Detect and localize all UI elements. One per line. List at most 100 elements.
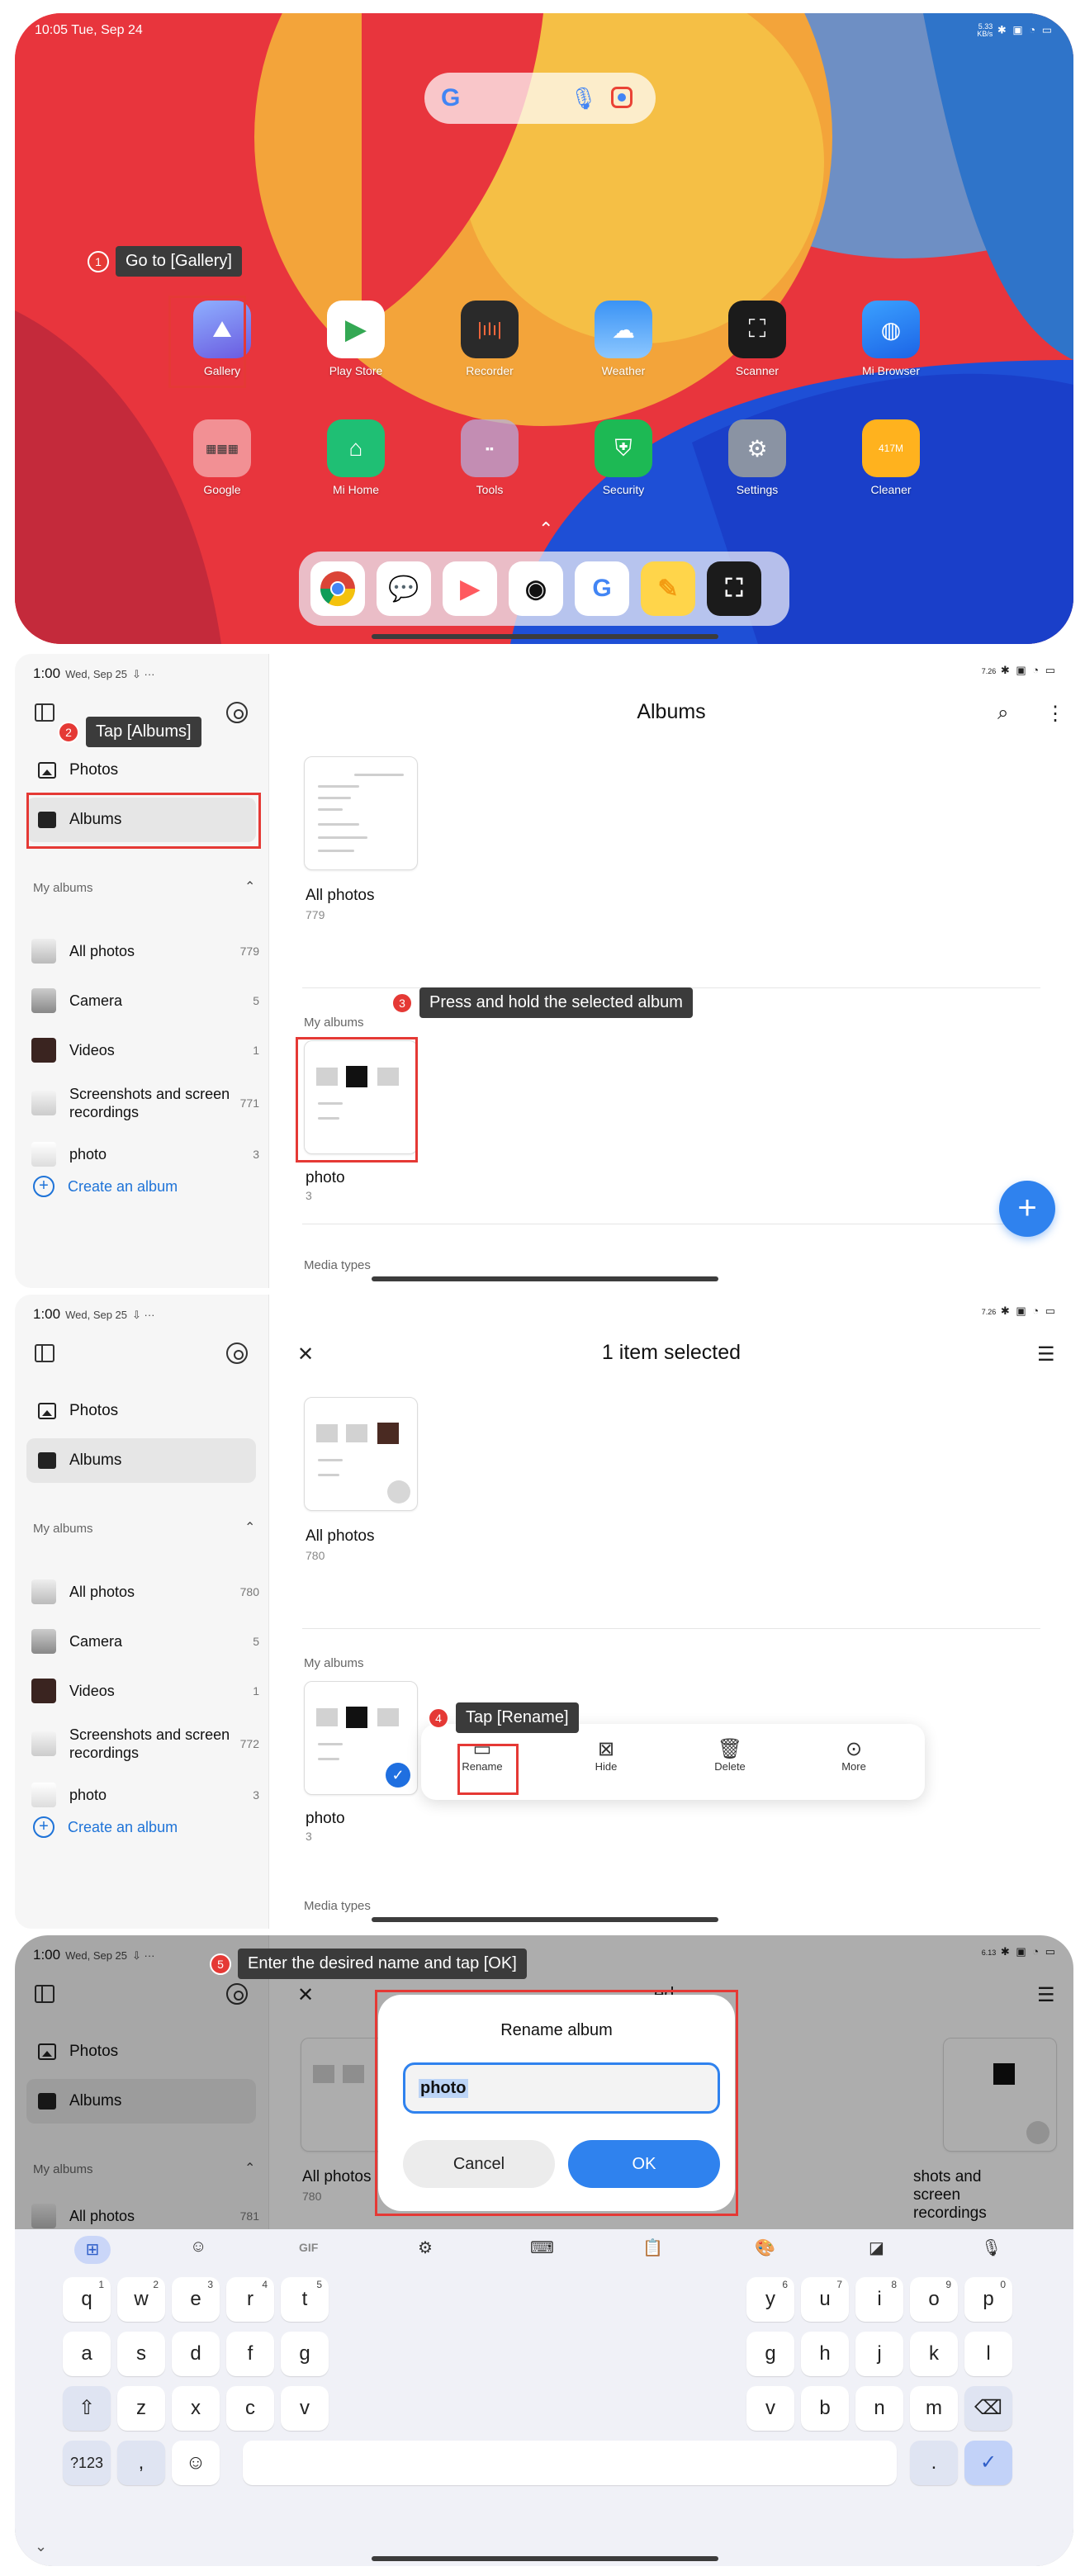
key-letter[interactable]: g [746, 2332, 794, 2376]
key-letter[interactable]: w2 [117, 2277, 165, 2322]
key-letter[interactable]: d [172, 2332, 220, 2376]
sidebar-album[interactable]: Videos 1 [31, 1034, 259, 1067]
nav-photos[interactable]: Photos [26, 748, 256, 793]
resize-icon[interactable]: ◪ [869, 2237, 884, 2258]
album-tile-photo[interactable] [304, 1040, 418, 1154]
palette-icon[interactable]: 🎨 [755, 2237, 775, 2258]
more-button[interactable]: ⊙ More [821, 1739, 887, 1773]
backspace-key[interactable]: ⌫ [964, 2386, 1012, 2431]
more-vert-icon[interactable]: ⋮ [1045, 702, 1065, 726]
sidebar-toggle-icon[interactable] [35, 1344, 54, 1362]
shift-key[interactable]: ⇧ [63, 2386, 111, 2431]
lens-icon[interactable] [611, 87, 633, 108]
key-letter[interactable]: r4 [226, 2277, 274, 2322]
nav-photos[interactable]: Photos [26, 1389, 256, 1433]
gif-button[interactable]: GIF [299, 2241, 318, 2254]
app-weather[interactable]: ☁ Weather [570, 301, 677, 377]
google-app-icon[interactable]: G [575, 561, 629, 616]
app-cleaner[interactable]: 417M Cleaner [837, 419, 945, 496]
key-letter[interactable]: b [801, 2386, 849, 2431]
app-google[interactable]: ▦▦▦ Google [168, 419, 276, 496]
collapse-keyboard-icon[interactable]: ⌄ [35, 2538, 47, 2555]
collapse-caret-icon[interactable]: ⌃ [244, 878, 255, 895]
app-gallery[interactable]: ⛰ Gallery [168, 301, 276, 377]
key-letter[interactable]: v [746, 2386, 794, 2431]
keyboard-icon[interactable]: ⌨ [530, 2237, 554, 2258]
emoji-key[interactable]: ☺ [172, 2441, 220, 2485]
key-letter[interactable]: q1 [63, 2277, 111, 2322]
hide-button[interactable]: ⊠ Hide [573, 1739, 639, 1773]
sidebar-album[interactable]: All photos 779 [31, 935, 259, 968]
album-tile-all-photos[interactable] [304, 756, 418, 870]
video-player-icon[interactable]: ▶ [443, 561, 497, 616]
collapse-caret-icon[interactable]: ⌃ [244, 1519, 255, 1536]
notes-icon[interactable]: ✎ [641, 561, 695, 616]
key-letter[interactable]: f [226, 2332, 274, 2376]
album-name-input[interactable]: photo [403, 2062, 720, 2114]
album-tile-photo[interactable]: ✓ [304, 1681, 418, 1795]
app-mi-home[interactable]: ⌂ Mi Home [302, 419, 410, 496]
select-all-icon[interactable]: ☰ [1037, 1342, 1055, 1366]
app-mi-browser[interactable]: ◍ Mi Browser [837, 301, 945, 377]
key-letter[interactable]: m [910, 2386, 958, 2431]
messages-icon[interactable]: 💬 [377, 561, 431, 616]
home-indicator[interactable] [372, 2556, 718, 2561]
album-tile-all-photos[interactable] [304, 1397, 418, 1511]
app-settings[interactable]: ⚙ Settings [704, 419, 811, 496]
camera-icon[interactable]: ◉ [509, 561, 563, 616]
period-key[interactable]: . [910, 2441, 958, 2485]
nav-albums[interactable]: Albums [26, 1438, 256, 1483]
key-letter[interactable]: u7 [801, 2277, 849, 2322]
home-indicator[interactable] [372, 1917, 718, 1922]
create-album-button[interactable]: + Create an album [33, 1176, 178, 1197]
sidebar-album[interactable]: Camera 5 [31, 984, 259, 1017]
clipboard-icon[interactable]: 📋 [642, 2237, 663, 2258]
sidebar-toggle-icon[interactable] [35, 703, 54, 722]
key-letter[interactable]: v [281, 2386, 329, 2431]
key-letter[interactable]: l [964, 2332, 1012, 2376]
key-letter[interactable]: j [855, 2332, 903, 2376]
key-letter[interactable]: a [63, 2332, 111, 2376]
home-indicator[interactable] [372, 1276, 718, 1281]
key-letter[interactable]: z [117, 2386, 165, 2431]
key-letter[interactable]: o9 [910, 2277, 958, 2322]
home-indicator[interactable] [372, 634, 718, 639]
key-letter[interactable]: n [855, 2386, 903, 2431]
app-security[interactable]: ⛨ Security [570, 419, 677, 496]
search-icon[interactable]: ⌕ [997, 702, 1008, 725]
rename-button[interactable]: ▭ Rename [449, 1739, 515, 1773]
sidebar-album[interactable]: photo 3 [31, 1778, 259, 1811]
app-scanner[interactable]: ⛶ Scanner [704, 301, 811, 377]
sidebar-album[interactable]: Camera 5 [31, 1625, 259, 1658]
sidebar-album[interactable]: All photos 780 [31, 1575, 259, 1608]
microphone-icon[interactable]: 🎙 [981, 2237, 1002, 2258]
enter-key[interactable]: ✓ [964, 2441, 1012, 2485]
checked-icon[interactable]: ✓ [386, 1763, 410, 1788]
app-recorder[interactable]: |ıIı| Recorder [436, 301, 543, 377]
key-letter[interactable]: s [117, 2332, 165, 2376]
app-drawer-arrow-icon[interactable]: ⌃ [538, 519, 553, 540]
sidebar-album[interactable]: Videos 1 [31, 1674, 259, 1707]
key-letter[interactable]: e3 [172, 2277, 220, 2322]
sidebar-album[interactable]: photo 3 [31, 1138, 259, 1171]
google-search-bar[interactable]: G 🎙 [424, 73, 656, 124]
add-fab-button[interactable]: + [999, 1181, 1055, 1237]
gear-icon[interactable]: ⚙ [418, 2237, 433, 2258]
key-letter[interactable]: t5 [281, 2277, 329, 2322]
chrome-icon[interactable] [310, 561, 365, 616]
cancel-button[interactable]: Cancel [403, 2140, 555, 2188]
key-letter[interactable]: h [801, 2332, 849, 2376]
key-letter[interactable]: i8 [855, 2277, 903, 2322]
comma-key[interactable]: , [117, 2441, 165, 2485]
key-letter[interactable]: c [226, 2386, 274, 2431]
scanner-dock-icon[interactable]: ⛶ [707, 561, 761, 616]
app-play-store[interactable]: ▶ Play Store [302, 301, 410, 377]
key-letter[interactable]: p0 [964, 2277, 1012, 2322]
settings-icon[interactable] [226, 1342, 248, 1364]
apps-grid-icon[interactable]: ⊞ [74, 2236, 111, 2264]
symbols-key[interactable]: ?123 [63, 2441, 111, 2485]
ok-button[interactable]: OK [568, 2140, 720, 2188]
microphone-icon[interactable]: 🎙 [570, 86, 597, 111]
settings-icon[interactable] [226, 702, 248, 723]
app-tools[interactable]: ▪▪ Tools [436, 419, 543, 496]
